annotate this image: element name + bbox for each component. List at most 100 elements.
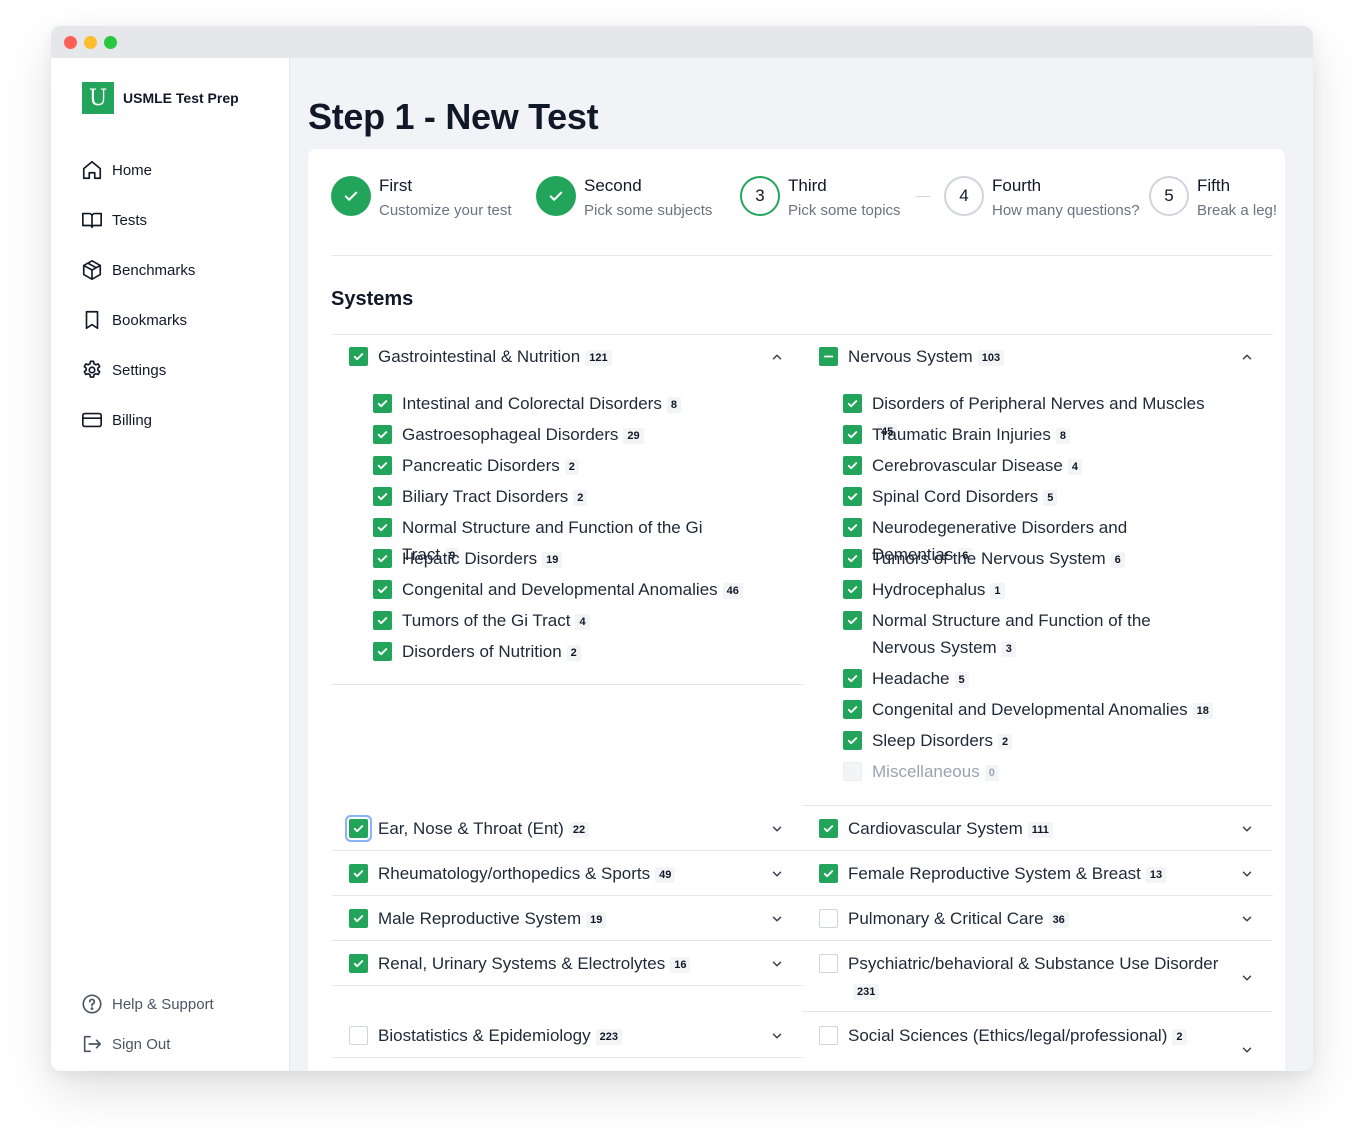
- expand-toggle[interactable]: [1240, 867, 1254, 881]
- expand-toggle[interactable]: [1240, 971, 1254, 985]
- system-row[interactable]: Nervous System 103: [819, 347, 1220, 370]
- system-row[interactable]: Male Reproductive System 19: [349, 909, 749, 932]
- item-label: Hydrocephalus: [872, 580, 986, 599]
- expand-toggle[interactable]: [770, 822, 784, 836]
- maximize-window-button[interactable]: [104, 36, 117, 49]
- row-divider: [802, 334, 1273, 335]
- checkbox[interactable]: [819, 347, 838, 366]
- checkbox[interactable]: [843, 456, 862, 475]
- checkbox[interactable]: [843, 394, 862, 413]
- collapse-toggle[interactable]: [770, 350, 784, 364]
- expand-toggle[interactable]: [770, 1029, 784, 1043]
- expand-toggle[interactable]: [1240, 912, 1254, 926]
- topic-row[interactable]: Congenital and Developmental Anomalies 18: [843, 700, 1213, 723]
- topic-row[interactable]: Congenital and Developmental Anomalies 46: [373, 580, 743, 603]
- checkbox[interactable]: [349, 347, 368, 366]
- topic-row[interactable]: Tumors of the Nervous System 6: [843, 549, 1213, 572]
- sidebar-item-home[interactable]: Home: [81, 158, 195, 182]
- topic-row[interactable]: Biliary Tract Disorders 2: [373, 487, 743, 510]
- system-row[interactable]: Ear, Nose & Throat (Ent) 22: [349, 819, 749, 842]
- topic-row[interactable]: Sleep Disorders 2: [843, 731, 1213, 754]
- checkbox[interactable]: [349, 909, 368, 928]
- checkbox[interactable]: [843, 518, 862, 537]
- checkbox[interactable]: [373, 611, 392, 630]
- checkbox[interactable]: [349, 864, 368, 883]
- step-fifth[interactable]: 5 Fifth Break a leg!: [1149, 176, 1277, 221]
- checkbox[interactable]: [819, 864, 838, 883]
- expand-toggle[interactable]: [770, 912, 784, 926]
- checkbox[interactable]: [843, 425, 862, 444]
- checkbox[interactable]: [843, 580, 862, 599]
- sidebar-item-settings[interactable]: Settings: [81, 358, 195, 382]
- sidebar-item-benchmarks[interactable]: Benchmarks: [81, 258, 195, 282]
- checkbox[interactable]: [373, 580, 392, 599]
- checkbox[interactable]: [843, 700, 862, 719]
- item-label: Sleep Disorders: [872, 731, 993, 750]
- checkbox[interactable]: [819, 954, 838, 973]
- check-icon: [377, 431, 388, 439]
- checkbox[interactable]: [819, 819, 838, 838]
- help-circle-icon: [82, 994, 102, 1014]
- checkbox[interactable]: [843, 669, 862, 688]
- sign-out-link[interactable]: Sign Out: [81, 1032, 214, 1056]
- checkbox[interactable]: [843, 731, 862, 750]
- checkbox[interactable]: [819, 909, 838, 928]
- app-logo[interactable]: U USMLE Test Prep: [82, 82, 239, 114]
- checkbox[interactable]: [349, 1026, 368, 1045]
- checkbox[interactable]: [373, 487, 392, 506]
- topic-row[interactable]: Cerebrovascular Disease 4: [843, 456, 1213, 479]
- checkbox[interactable]: [373, 518, 392, 537]
- checkbox[interactable]: [843, 549, 862, 568]
- topic-row[interactable]: Tumors of the Gi Tract 4: [373, 611, 743, 634]
- system-row[interactable]: Renal, Urinary Systems & Electrolytes 16: [349, 954, 749, 977]
- system-row[interactable]: Psychiatric/behavioral & Substance Use D…: [819, 954, 1219, 1004]
- topic-row[interactable]: Traumatic Brain Injuries 8: [843, 425, 1213, 448]
- topic-row[interactable]: Headache 5: [843, 669, 1213, 692]
- topic-row[interactable]: Normal Structure and Function of the Ner…: [843, 611, 1213, 661]
- close-window-button[interactable]: [64, 36, 77, 49]
- minimize-window-button[interactable]: [84, 36, 97, 49]
- checkbox[interactable]: [373, 425, 392, 444]
- sidebar-item-bookmarks[interactable]: Bookmarks: [81, 308, 195, 332]
- topic-row[interactable]: Pancreatic Disorders 2: [373, 456, 743, 479]
- step-second[interactable]: Second Pick some subjects: [536, 176, 712, 221]
- collapse-toggle[interactable]: [1240, 350, 1254, 364]
- checkbox[interactable]: [843, 611, 862, 630]
- step-fourth[interactable]: 4 Fourth How many questions?: [944, 176, 1140, 221]
- system-row[interactable]: Pulmonary & Critical Care 36: [819, 909, 1219, 932]
- topic-row[interactable]: Intestinal and Colorectal Disorders 8: [373, 394, 743, 417]
- system-row[interactable]: Gastrointestinal & Nutrition 121: [349, 347, 750, 370]
- system-row[interactable]: Rheumatology/orthopedics & Sports 49: [349, 864, 749, 887]
- checkbox[interactable]: [349, 954, 368, 973]
- check-icon: [847, 400, 858, 408]
- expand-toggle[interactable]: [1240, 1043, 1254, 1057]
- system-row[interactable]: Social Sciences (Ethics/legal/profession…: [819, 1026, 1219, 1049]
- topic-row[interactable]: Spinal Cord Disorders 5: [843, 487, 1213, 510]
- expand-toggle[interactable]: [1240, 822, 1254, 836]
- checkbox[interactable]: [373, 394, 392, 413]
- topic-row[interactable]: Gastroesophageal Disorders 29: [373, 425, 743, 448]
- topic-row[interactable]: Disorders of Nutrition 2: [373, 642, 743, 665]
- expand-toggle[interactable]: [770, 867, 784, 881]
- expand-toggle[interactable]: [770, 957, 784, 971]
- checkbox-label: Cerebrovascular Disease 4: [872, 452, 1082, 479]
- step-first[interactable]: First Customize your test: [331, 176, 512, 221]
- step-third[interactable]: 3 Third Pick some topics: [740, 176, 901, 221]
- checkbox[interactable]: [819, 1026, 838, 1045]
- system-row[interactable]: Female Reproductive System & Breast 13: [819, 864, 1219, 887]
- topic-row[interactable]: Hepatic Disorders 19: [373, 549, 743, 572]
- step-description: How many questions?: [992, 202, 1140, 219]
- checkbox[interactable]: [373, 642, 392, 661]
- system-row[interactable]: Cardiovascular System 111: [819, 819, 1219, 842]
- checkbox[interactable]: [843, 762, 862, 781]
- checkbox[interactable]: [349, 819, 368, 838]
- checkbox[interactable]: [843, 487, 862, 506]
- sidebar-item-tests[interactable]: Tests: [81, 208, 195, 232]
- sidebar-item-billing[interactable]: Billing: [81, 408, 195, 432]
- system-row[interactable]: Biostatistics & Epidemiology 223: [349, 1026, 749, 1049]
- help-support-link[interactable]: Help & Support: [81, 992, 214, 1016]
- checkbox[interactable]: [373, 456, 392, 475]
- topic-row[interactable]: Hydrocephalus 1: [843, 580, 1213, 603]
- topic-row[interactable]: Miscellaneous 0: [843, 762, 1213, 785]
- checkbox[interactable]: [373, 549, 392, 568]
